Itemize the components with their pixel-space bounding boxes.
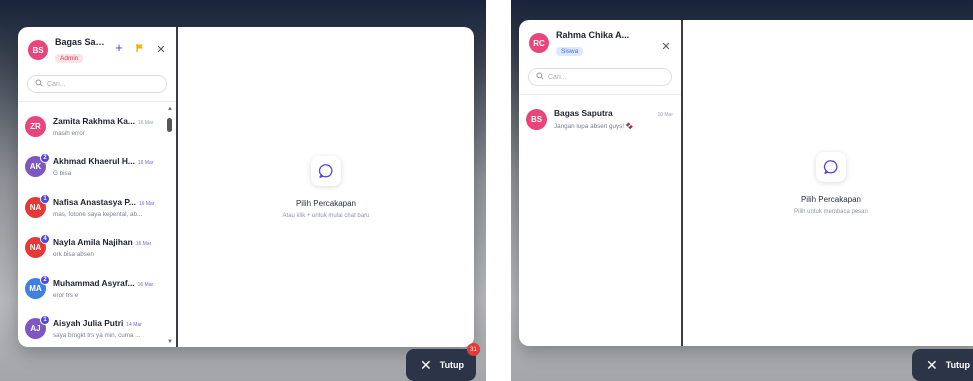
user-initials: RC (533, 38, 545, 48)
contact-avatar: AK 2 (25, 153, 50, 178)
message-date: 14 Mar (126, 322, 142, 329)
message-date: 16 Mar (137, 119, 154, 126)
user-info: Bagas Saputra Admin (55, 37, 105, 65)
contact-avatar: NA 1 (25, 193, 50, 218)
broadcast-button[interactable] (133, 43, 147, 55)
user-initials: BS (32, 45, 44, 55)
user-info: Rahma Chika A... Siswa (556, 30, 652, 58)
close-icon: ✕ (926, 356, 938, 373)
user-avatar: BS (28, 40, 48, 60)
search-input[interactable] (548, 73, 664, 81)
contact-avatar: MA 2 (25, 274, 50, 299)
role-badge: Siswa (556, 47, 584, 56)
flag-icon (136, 44, 143, 52)
user-name: Rahma Chika A... (556, 30, 630, 40)
conversation-list[interactable]: BS Bagas Saputra 10 Mar Jangan lupa absen… (519, 99, 681, 346)
message-preview: mas, fotone saya kepental, ab... (53, 210, 143, 218)
message-preview: eror trs e (53, 291, 79, 299)
conversation-item[interactable]: BS Bagas Saputra 10 Mar Jangan lupa absen… (519, 99, 677, 140)
message-date: 16 Mar (138, 200, 155, 207)
student-chat-scene: RC Rahma Chika A... Siswa ✕ BS (511, 0, 973, 381)
sidebar-header: BS Bagas Saputra Admin + ✕ (18, 27, 176, 69)
contact-name: Nayla Amila Najihan (53, 237, 133, 248)
message-preview: saya brngkt trs ya min, cuma ... (53, 332, 141, 340)
contact-name: Akhmad Khaerul H... (53, 156, 135, 167)
conversation-item[interactable]: AK 2 Akhmad Khaerul H... 16 Mar G bisa (18, 147, 164, 188)
empty-chat-area: Pilih Percakapan Atau klik + untuk mulai… (178, 27, 474, 347)
conversation-item[interactable]: NA 1 Nafisa Anastasya P... 16 Mar mas, fot… (18, 187, 164, 228)
close-chat-button[interactable]: ✕ Tutup 31 (406, 343, 480, 381)
message-preview: G bisa (53, 170, 72, 178)
plus-icon: + (115, 40, 123, 55)
conversation-item[interactable]: NA 4 Nayla Amila Najihan 16 Mar ork bisa a… (18, 228, 164, 269)
contact-name: Bagas Saputra (554, 108, 613, 119)
divider (519, 94, 681, 95)
unread-count-badge: 31 (467, 343, 480, 356)
search-icon (536, 72, 544, 82)
message-preview: masih error (53, 129, 85, 137)
search-input[interactable] (47, 80, 159, 88)
user-name: Bagas Saputra (55, 37, 105, 47)
empty-title: Pilih Percakapan (295, 198, 357, 208)
contact-name: Nafisa Anastasya P... (53, 196, 136, 207)
divider (18, 101, 176, 102)
close-panel-button[interactable]: ✕ (659, 40, 673, 53)
chat-bubble-icon (816, 151, 846, 182)
message-preview: Jangan lupa absen guys! 🍫 (554, 123, 634, 131)
admin-chat-scene: BS Bagas Saputra Admin + ✕ (0, 0, 486, 381)
empty-subtitle: Pilih untuk membaca pesan (794, 208, 868, 215)
unread-badge: 1 (40, 193, 50, 204)
unread-badge: 4 (40, 234, 50, 245)
contact-avatar: BS (526, 108, 547, 130)
unread-badge: 2 (40, 274, 50, 285)
unread-badge: 2 (40, 153, 50, 164)
message-date: 16 Mar (135, 241, 152, 248)
user-avatar: RC (529, 33, 549, 53)
chat-panel-student: RC Rahma Chika A... Siswa ✕ BS (519, 20, 973, 346)
search-box (27, 75, 167, 93)
search-box (528, 68, 672, 86)
new-chat-button[interactable]: + (112, 40, 126, 55)
message-date: 16 Mar (137, 281, 154, 288)
contact-name: Zamita Rakhma Ka... (53, 115, 135, 126)
conversation-list[interactable]: ZR Zamita Rakhma Ka... 16 Mar masih error… (18, 106, 176, 347)
close-icon: ✕ (661, 41, 671, 53)
role-badge: Admin (55, 54, 84, 63)
list-scrollbar[interactable]: ▲ ▼ (166, 106, 174, 347)
close-icon: ✕ (156, 44, 166, 56)
search-icon (35, 79, 43, 89)
chat-sidebar: BS Bagas Saputra Admin + ✕ (18, 27, 178, 347)
unread-badge: 1 (40, 315, 50, 326)
chat-panel-admin: BS Bagas Saputra Admin + ✕ (18, 27, 474, 347)
empty-chat-area: Pilih Percakapan Pilih untuk membaca pes… (683, 20, 973, 346)
message-date: 10 Mar (657, 112, 673, 119)
close-label: Tutup (439, 360, 465, 370)
empty-subtitle: Atau klik + untuk mulai chat baru (282, 212, 370, 219)
close-panel-button[interactable]: ✕ (154, 43, 168, 56)
contact-avatar: AJ 1 (25, 315, 50, 340)
contact-name: Aisyah Julia Putri (53, 318, 124, 329)
contact-avatar: NA 4 (25, 234, 50, 259)
contact-avatar: ZR (25, 115, 46, 137)
conversation-item[interactable]: MA 2 Muhammad Asyraf... 16 Mar eror trs e (18, 268, 164, 309)
chat-sidebar: RC Rahma Chika A... Siswa ✕ BS (519, 20, 683, 346)
scroll-thumb[interactable] (167, 118, 172, 132)
contact-name: Muhammad Asyraf... (53, 277, 135, 288)
empty-title: Pilih Percakapan (800, 194, 862, 204)
sidebar-header: RC Rahma Chika A... Siswa ✕ (519, 20, 681, 62)
close-icon: ✕ (420, 356, 432, 373)
close-chat-button[interactable]: ✕ Tutup (912, 349, 973, 381)
close-label: Tutup (945, 360, 971, 370)
message-date: 16 Mar (137, 160, 154, 167)
conversation-item[interactable]: ZR Zamita Rakhma Ka... 16 Mar masih error (18, 106, 164, 147)
message-preview: ork bisa absen (53, 251, 94, 259)
scroll-down-icon[interactable]: ▼ (167, 339, 173, 345)
chat-bubble-icon (311, 155, 341, 186)
scroll-up-icon[interactable]: ▲ (167, 106, 173, 112)
conversation-item[interactable]: AJ 1 Aisyah Julia Putri 14 Mar saya brngkt… (18, 309, 164, 348)
